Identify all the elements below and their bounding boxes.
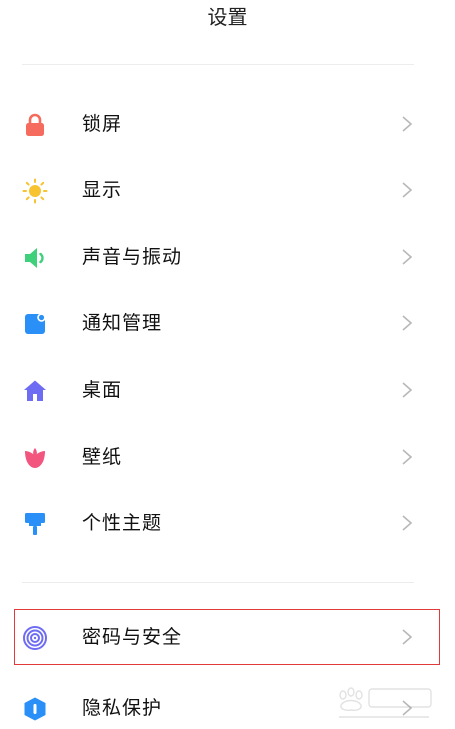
chevron-right-icon bbox=[401, 381, 413, 399]
settings-item-label: 壁纸 bbox=[82, 446, 123, 468]
divider bbox=[22, 582, 414, 583]
chevron-right-icon bbox=[401, 628, 413, 646]
settings-item-lock-screen[interactable]: 锁屏 bbox=[0, 91, 455, 157]
sun-icon bbox=[22, 178, 48, 204]
speaker-icon bbox=[22, 245, 48, 271]
settings-item-label: 密码与安全 bbox=[82, 626, 183, 648]
home-icon bbox=[22, 378, 48, 404]
chevron-right-icon bbox=[401, 314, 413, 332]
settings-item-display[interactable]: 显示 bbox=[0, 157, 455, 223]
settings-item-notifications[interactable]: 通知管理 bbox=[0, 290, 455, 356]
settings-item-desktop[interactable]: 桌面 bbox=[0, 357, 455, 423]
settings-item-sound-vibration[interactable]: 声音与振动 bbox=[0, 224, 455, 290]
lock-icon bbox=[22, 112, 48, 138]
settings-item-password-security[interactable]: 密码与安全 bbox=[0, 604, 455, 670]
paint-roller-icon bbox=[22, 511, 48, 537]
settings-item-label: 通知管理 bbox=[82, 312, 163, 334]
settings-item-label: 锁屏 bbox=[82, 113, 123, 135]
chevron-right-icon bbox=[401, 181, 413, 199]
settings-item-label: 桌面 bbox=[82, 379, 123, 401]
fingerprint-icon bbox=[22, 625, 48, 651]
chevron-right-icon bbox=[401, 248, 413, 266]
settings-item-wallpaper[interactable]: 壁纸 bbox=[0, 424, 455, 490]
settings-item-theme[interactable]: 个性主题 bbox=[0, 490, 455, 556]
settings-item-label: 显示 bbox=[82, 179, 123, 201]
chevron-right-icon bbox=[401, 448, 413, 466]
shield-icon bbox=[22, 696, 48, 722]
chevron-right-icon bbox=[401, 514, 413, 532]
settings-page: 设置 锁屏 显示 声音与振动 通知管理 桌面 壁纸 个性主题 密码与安全 隐私保… bbox=[0, 0, 455, 729]
divider bbox=[22, 64, 414, 65]
settings-item-label: 隐私保护 bbox=[82, 697, 163, 719]
settings-item-label: 声音与振动 bbox=[82, 246, 183, 268]
page-title: 设置 bbox=[207, 5, 248, 29]
tulip-icon bbox=[22, 445, 48, 471]
watermark-logo bbox=[329, 681, 439, 721]
settings-item-label: 个性主题 bbox=[82, 512, 163, 534]
chevron-right-icon bbox=[401, 115, 413, 133]
notification-icon bbox=[22, 311, 48, 337]
